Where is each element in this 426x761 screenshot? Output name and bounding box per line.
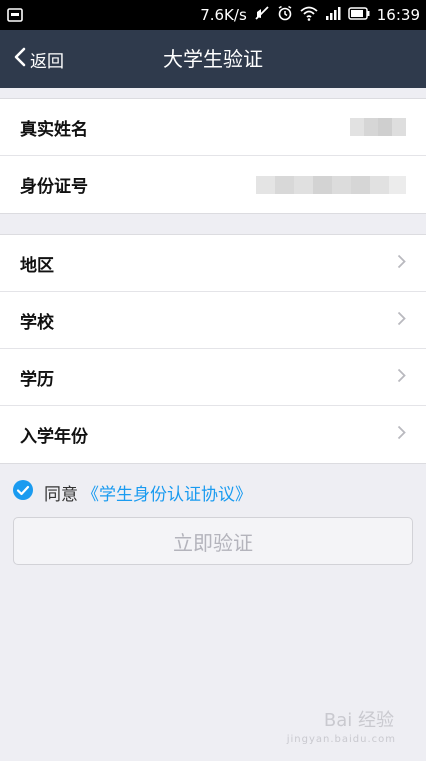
region-row[interactable]: 地区 [0,235,426,292]
school-info-section: 地区 学校 学历 入学年份 [0,234,426,464]
agreement-link[interactable]: 《学生身份认证协议》 [82,480,252,505]
wifi-icon [300,6,318,25]
enrollment-year-label: 入学年份 [20,427,88,447]
identity-section: 真实姓名 身份证号 [0,98,426,214]
id-number-row[interactable]: 身份证号 [0,156,426,213]
school-label: 学校 [20,312,54,333]
real-name-label: 真实姓名 [20,119,88,140]
education-row[interactable]: 学历 [0,349,426,406]
chevron-right-icon [397,368,406,387]
id-number-value-blurred [256,175,406,194]
region-label: 地区 [20,255,54,276]
enrollment-year-row[interactable]: 入学年份 [0,406,426,463]
real-name-row[interactable]: 真实姓名 [0,99,426,156]
clock-time: 16:39 [376,6,420,24]
watermark-url: jingyan.baidu.com [286,734,396,745]
verify-now-button[interactable]: 立即验证 [13,517,413,565]
signal-icon [325,6,341,24]
network-speed: 7.6K/s [200,6,247,24]
school-row[interactable]: 学校 [0,292,426,349]
nav-bar: 返回 大学生验证 [0,30,426,88]
mute-icon [254,5,270,25]
chevron-right-icon [397,425,406,444]
education-label: 学历 [20,369,54,390]
alarm-icon [277,5,293,25]
agreement-text: 同意 [44,485,78,505]
notification-image-icon [0,8,30,22]
battery-icon [348,6,370,24]
watermark-logo: Bai 经验 [323,710,394,731]
chevron-right-icon [397,311,406,330]
page-title: 大学生验证 [163,47,263,71]
id-number-label: 身份证号 [20,177,88,197]
status-bar: 7.6K/s 16:39 [0,0,426,30]
chevron-right-icon [397,254,406,273]
real-name-value-blurred [350,118,406,136]
agreement-row: 同意 《学生身份认证协议》 [12,479,252,506]
agreement-checkbox[interactable] [12,479,34,506]
